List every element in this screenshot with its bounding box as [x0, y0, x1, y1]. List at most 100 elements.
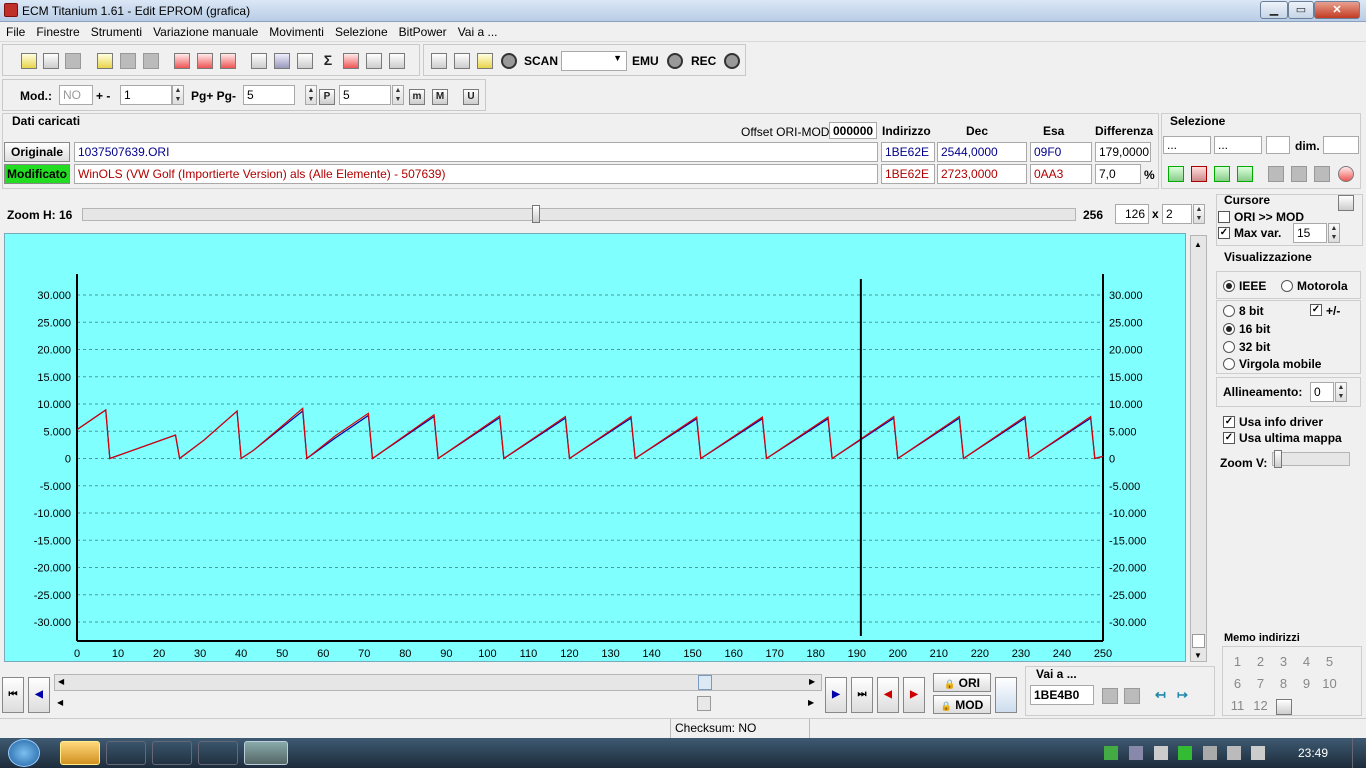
zoom-v-thumb[interactable]	[1274, 450, 1282, 468]
copy-sel-icon[interactable]	[1268, 166, 1284, 182]
select-start-icon[interactable]	[1168, 166, 1184, 182]
m-small-icon[interactable]: m	[409, 89, 425, 105]
start-button[interactable]	[8, 739, 40, 767]
copy-icon[interactable]	[65, 53, 81, 69]
scroll-left-icon[interactable]: ◀	[58, 677, 64, 686]
memo-6[interactable]: 6	[1226, 676, 1249, 691]
tray-check-icon[interactable]	[1178, 746, 1192, 760]
memo-next-icon[interactable]: ↦	[1177, 687, 1188, 703]
scroll-right-icon[interactable]: ▶	[809, 677, 815, 686]
ori-button[interactable]: 🔒 ORI	[933, 673, 991, 692]
lastmap-checkbox[interactable]: ✓	[1223, 432, 1235, 444]
run-icon[interactable]	[477, 53, 493, 69]
windows-icon[interactable]	[43, 53, 59, 69]
motorola-radio[interactable]	[1281, 280, 1293, 292]
show-desktop-button[interactable]	[1352, 738, 1366, 768]
menu-vai-a[interactable]: Vai a ...	[452, 22, 503, 39]
u-icon[interactable]: U	[463, 89, 479, 105]
chart-area[interactable]: 30.000 30.000 25.000 25.000 20.000 20.000 15.0…	[4, 233, 1186, 662]
graph-icon[interactable]	[297, 53, 313, 69]
memo-12[interactable]: 12	[1249, 698, 1272, 713]
memo-9[interactable]: 9	[1295, 676, 1318, 691]
max-var-checkbox[interactable]: ✓	[1218, 227, 1230, 239]
8bit-radio[interactable]	[1223, 305, 1235, 317]
selection-extra[interactable]	[1266, 136, 1290, 154]
max-var-spinner[interactable]: ▲ ▼	[1328, 223, 1340, 243]
memo-1[interactable]: 1	[1226, 654, 1249, 669]
zoom-width-field[interactable]: 126	[1115, 204, 1149, 224]
memo-8[interactable]: 8	[1272, 676, 1295, 691]
taskbar-app-icon[interactable]	[152, 741, 192, 765]
driver-checkbox[interactable]: ✓	[1223, 416, 1235, 428]
taskbar-media-icon[interactable]	[106, 741, 146, 765]
16bit-radio[interactable]	[1223, 323, 1235, 335]
open-folder-icon[interactable]	[97, 53, 113, 69]
tray-flag-icon[interactable]	[1154, 746, 1168, 760]
vscroll-thumb[interactable]	[1192, 634, 1205, 648]
modified-label[interactable]: Modificato	[4, 164, 70, 184]
signed-checkbox[interactable]: ✓	[1310, 304, 1322, 316]
mod-button[interactable]: 🔒 MOD	[933, 695, 991, 714]
scroll-right-2-icon[interactable]: ▶	[808, 698, 814, 707]
menu-movimenti[interactable]: Movimenti	[263, 22, 329, 39]
terminal-icon[interactable]	[431, 53, 447, 69]
dim-field[interactable]	[1323, 136, 1359, 154]
save-as-icon[interactable]	[143, 53, 159, 69]
prev-diff-icon[interactable]: ◀	[877, 677, 899, 713]
32bit-radio[interactable]	[1223, 341, 1235, 353]
memory-icon[interactable]	[274, 53, 290, 69]
select-all-icon[interactable]	[1237, 166, 1253, 182]
lock-icon[interactable]	[454, 53, 470, 69]
reset-sel-icon[interactable]	[1338, 166, 1354, 182]
scroll-left-2-icon[interactable]: ◀	[57, 698, 63, 707]
tray-volume-icon[interactable]	[1251, 746, 1265, 760]
p-spinner[interactable]: ▲ ▼	[392, 85, 404, 105]
goto-left-icon[interactable]	[1102, 688, 1118, 704]
selection-end[interactable]: ...	[1214, 136, 1262, 154]
zoom-v-slider[interactable]	[1272, 452, 1350, 466]
pg-input[interactable]: 5	[243, 85, 295, 105]
tray-app-icon[interactable]	[1129, 746, 1143, 760]
menu-file[interactable]: File	[0, 22, 30, 39]
memo-edit-icon[interactable]	[1276, 699, 1292, 715]
minimize-button[interactable]: ▁	[1260, 1, 1288, 19]
emu-led-icon[interactable]	[667, 53, 683, 69]
compare-icon[interactable]	[197, 53, 213, 69]
zoom-h-thumb[interactable]	[532, 205, 540, 223]
rec-led-icon[interactable]	[724, 53, 740, 69]
save-icon[interactable]	[120, 53, 136, 69]
zoom-height-field[interactable]: 2	[1162, 204, 1192, 224]
home-icon[interactable]	[21, 53, 37, 69]
scroll-up-icon[interactable]: ▲	[1194, 240, 1202, 249]
memo-prev-icon[interactable]: ↤	[1155, 687, 1166, 703]
check-icon[interactable]	[174, 53, 190, 69]
align-spinner[interactable]: ▲ ▼	[1335, 382, 1347, 402]
color-icon[interactable]	[343, 53, 359, 69]
next-diff-icon[interactable]: ▶	[903, 677, 925, 713]
pg-spinner[interactable]: ▲ ▼	[305, 85, 317, 105]
select-end-icon[interactable]	[1191, 166, 1207, 182]
scroll-down-icon[interactable]: ▼	[1194, 651, 1202, 660]
next-step-icon[interactable]: ▶	[825, 677, 847, 713]
memo-11[interactable]: 11	[1226, 698, 1249, 713]
p-input[interactable]: 5	[339, 85, 391, 105]
hscroll-thumb[interactable]	[698, 675, 712, 690]
goto-right-icon[interactable]	[1124, 688, 1140, 704]
flag-icon[interactable]	[995, 677, 1017, 713]
clear-icon[interactable]	[220, 53, 236, 69]
taskbar-chrome-icon[interactable]	[60, 741, 100, 765]
float-radio[interactable]	[1223, 358, 1235, 370]
chart-vscroll[interactable]: ▲ ▼	[1190, 235, 1207, 662]
menu-finestre[interactable]: Finestre	[30, 22, 84, 39]
tray-network-icon[interactable]	[1227, 746, 1241, 760]
original-label[interactable]: Originale	[4, 142, 70, 162]
cursor-lock-icon[interactable]	[1338, 195, 1354, 211]
selection-start[interactable]: ...	[1163, 136, 1211, 154]
goto-input[interactable]: 1BE4B0	[1030, 685, 1094, 705]
prev-step-icon[interactable]: ◀	[28, 677, 50, 713]
paste-sel-icon[interactable]	[1291, 166, 1307, 182]
m-large-icon[interactable]: M	[432, 89, 448, 105]
chart-icon[interactable]	[366, 53, 382, 69]
nav-hscroll-bottom[interactable]: ◀ ▶	[54, 696, 822, 713]
menu-strumenti[interactable]: Strumenti	[85, 22, 147, 39]
